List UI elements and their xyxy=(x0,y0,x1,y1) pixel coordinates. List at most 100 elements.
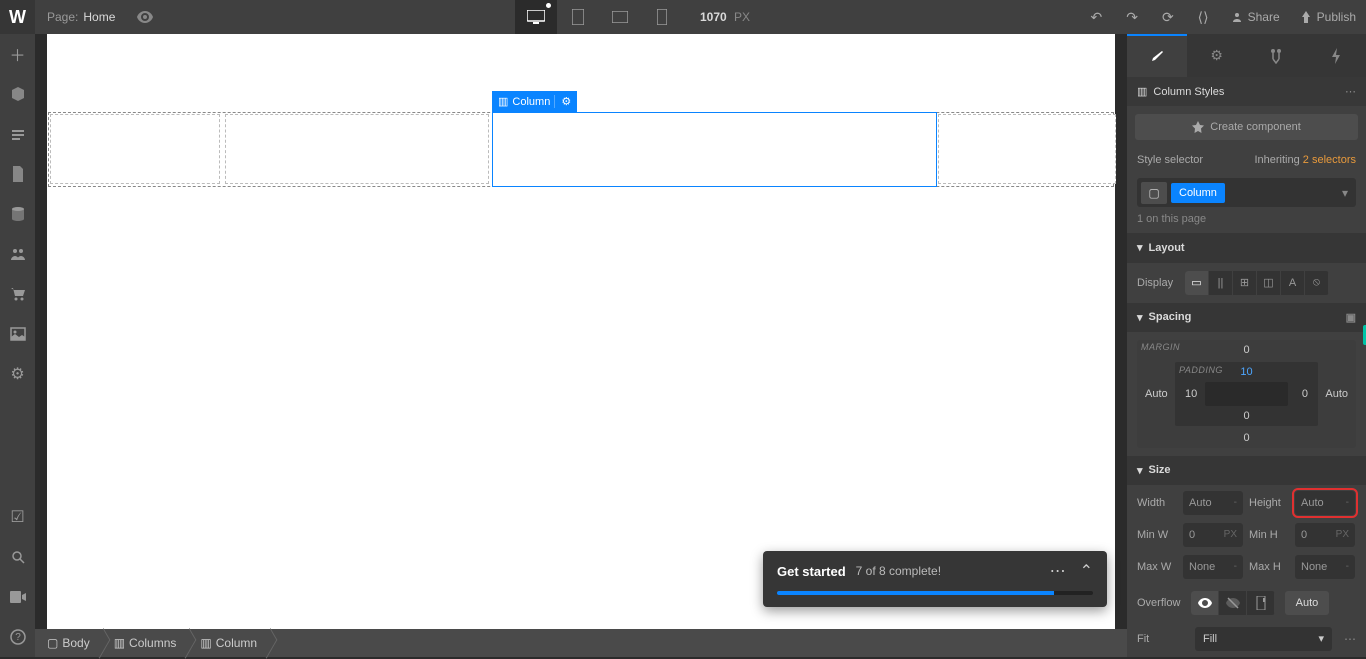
padding-left[interactable]: 10 xyxy=(1185,388,1197,400)
minw-input[interactable]: 0PX xyxy=(1183,523,1243,547)
publish-button[interactable]: Publish xyxy=(1290,0,1366,34)
size-section[interactable]: ▾ Size xyxy=(1127,456,1366,485)
padding-label: PADDING xyxy=(1179,365,1223,375)
selector-input[interactable]: ▢ Column ▾ xyxy=(1137,178,1356,207)
size-grid: Width Auto- Height Auto- Min W 0PX Min H… xyxy=(1127,485,1366,585)
selection-label[interactable]: ▥ Column ⚙ xyxy=(492,91,577,112)
toast-progress-bar xyxy=(777,591,1093,595)
display-label: Display xyxy=(1137,277,1179,289)
canvas-width: 1070 xyxy=(700,10,727,24)
users-icon[interactable] xyxy=(0,234,35,274)
add-icon[interactable]: ＋ xyxy=(0,34,35,74)
device-desktop[interactable] xyxy=(515,0,557,34)
display-flex[interactable]: || xyxy=(1209,271,1233,295)
ecommerce-icon[interactable] xyxy=(0,274,35,314)
canvas-body[interactable]: ▥ Column ⚙ xyxy=(47,34,1115,629)
page-icon[interactable] xyxy=(0,154,35,194)
crumb-columns[interactable]: ▥Columns xyxy=(102,629,189,657)
spacing-expand-icon[interactable]: ▣ xyxy=(1346,311,1356,324)
logo-webflow[interactable]: W xyxy=(0,0,35,34)
margin-top[interactable]: 0 xyxy=(1243,344,1249,356)
padding-bottom[interactable]: 0 xyxy=(1243,410,1249,422)
navigator-icon[interactable] xyxy=(0,74,35,114)
display-inline[interactable]: A xyxy=(1281,271,1305,295)
spacing-editor[interactable]: MARGIN PADDING 0 0 Auto Auto 10 0 10 0 xyxy=(1137,340,1356,448)
style-selector-label: Style selector xyxy=(1137,154,1203,166)
crumb-column[interactable]: ▥Column xyxy=(188,629,269,657)
display-grid[interactable]: ⊞ xyxy=(1233,271,1257,295)
right-panel: ⚙ ▥ Column Styles ⋯ Create component Sty… xyxy=(1127,34,1366,657)
create-component-button[interactable]: Create component xyxy=(1135,114,1358,139)
column-icon: ▥ xyxy=(1137,85,1147,98)
display-none[interactable]: ⦸ xyxy=(1305,271,1329,295)
toast-collapse-icon[interactable]: ⌃ xyxy=(1080,561,1093,581)
device-mobile[interactable] xyxy=(641,0,683,34)
canvas-size[interactable]: 1070 PX xyxy=(700,10,750,24)
maxw-input[interactable]: None- xyxy=(1183,555,1243,579)
fit-label: Fit xyxy=(1137,633,1185,645)
overflow-visible[interactable] xyxy=(1191,591,1219,615)
margin-bottom[interactable]: 0 xyxy=(1243,432,1249,444)
overflow-scroll[interactable] xyxy=(1247,591,1275,615)
get-started-toast[interactable]: Get started 7 of 8 complete! ⋯ ⌃ xyxy=(763,551,1107,607)
panel-more-icon[interactable]: ⋯ xyxy=(1345,85,1356,98)
refresh-icon[interactable]: ⟳ xyxy=(1150,0,1186,34)
padding-top[interactable]: 10 xyxy=(1240,366,1252,378)
share-button[interactable]: Share xyxy=(1221,0,1290,34)
column-2[interactable] xyxy=(225,114,489,184)
fit-more-icon[interactable]: ⋯ xyxy=(1344,632,1356,646)
width-input[interactable]: Auto- xyxy=(1183,491,1243,515)
canvas-unit: PX xyxy=(734,10,750,24)
minh-input[interactable]: 0PX xyxy=(1295,523,1355,547)
overflow-row: Overflow Auto xyxy=(1127,585,1366,621)
selector-caret-icon[interactable]: ▾ xyxy=(1342,186,1348,200)
column-selected[interactable]: ▥ Column ⚙ xyxy=(492,112,937,187)
cms-icon[interactable] xyxy=(0,194,35,234)
toast-progress: 7 of 8 complete! xyxy=(856,564,941,578)
assets-icon[interactable] xyxy=(0,314,35,354)
margin-left[interactable]: Auto xyxy=(1145,388,1168,400)
tab-style[interactable] xyxy=(1127,34,1187,77)
padding-right[interactable]: 0 xyxy=(1302,388,1308,400)
publish-label: Publish xyxy=(1317,10,1356,24)
fit-select[interactable]: Fill▾ xyxy=(1195,627,1332,651)
video-icon[interactable] xyxy=(0,577,35,617)
overflow-hidden[interactable] xyxy=(1219,591,1247,615)
toast-more-icon[interactable]: ⋯ xyxy=(1050,561,1066,581)
inherit-count[interactable]: 2 selectors xyxy=(1303,154,1356,166)
undo-icon[interactable]: ↶ xyxy=(1078,0,1114,34)
preview-icon[interactable] xyxy=(137,11,153,23)
selector-device-icon[interactable]: ▢ xyxy=(1141,182,1167,204)
margin-right[interactable]: Auto xyxy=(1325,388,1348,400)
svg-text:?: ? xyxy=(15,632,21,643)
height-input[interactable]: Auto- xyxy=(1295,491,1355,515)
maxh-input[interactable]: None- xyxy=(1295,555,1355,579)
tab-interactions[interactable] xyxy=(1247,34,1307,77)
selection-gear-icon[interactable]: ⚙ xyxy=(554,95,577,108)
page-label: Page: xyxy=(47,10,78,24)
display-inline-block[interactable]: ◫ xyxy=(1257,271,1281,295)
column-4[interactable] xyxy=(938,114,1116,184)
selector-tag[interactable]: Column xyxy=(1171,183,1225,203)
redo-icon[interactable]: ↷ xyxy=(1114,0,1150,34)
pages-icon[interactable] xyxy=(0,114,35,154)
tab-settings[interactable]: ⚙ xyxy=(1187,34,1247,77)
display-block[interactable]: ▭ xyxy=(1185,271,1209,295)
help-icon[interactable]: ? xyxy=(0,617,35,657)
column-1[interactable] xyxy=(50,114,220,184)
create-component-label: Create component xyxy=(1210,121,1301,133)
page-selector[interactable]: Page: Home xyxy=(35,10,127,24)
search-icon[interactable] xyxy=(0,537,35,577)
settings-icon[interactable]: ⚙ xyxy=(0,354,35,394)
tab-effects[interactable] xyxy=(1306,34,1366,77)
spacing-section[interactable]: ▾ Spacing▣ xyxy=(1127,303,1366,332)
overflow-auto[interactable]: Auto xyxy=(1285,591,1329,615)
device-tablet[interactable] xyxy=(557,0,599,34)
code-icon[interactable]: ⟨⟩ xyxy=(1186,0,1221,34)
display-row: Display ▭ || ⊞ ◫ A ⦸ xyxy=(1127,263,1366,303)
audit-icon[interactable]: ☑ xyxy=(0,497,35,537)
device-tablet-landscape[interactable] xyxy=(599,0,641,34)
crumb-body[interactable]: ▢Body xyxy=(35,629,102,657)
layout-section[interactable]: ▾ Layout xyxy=(1127,233,1366,262)
canvas[interactable]: ▥ Column ⚙ xyxy=(35,34,1127,629)
